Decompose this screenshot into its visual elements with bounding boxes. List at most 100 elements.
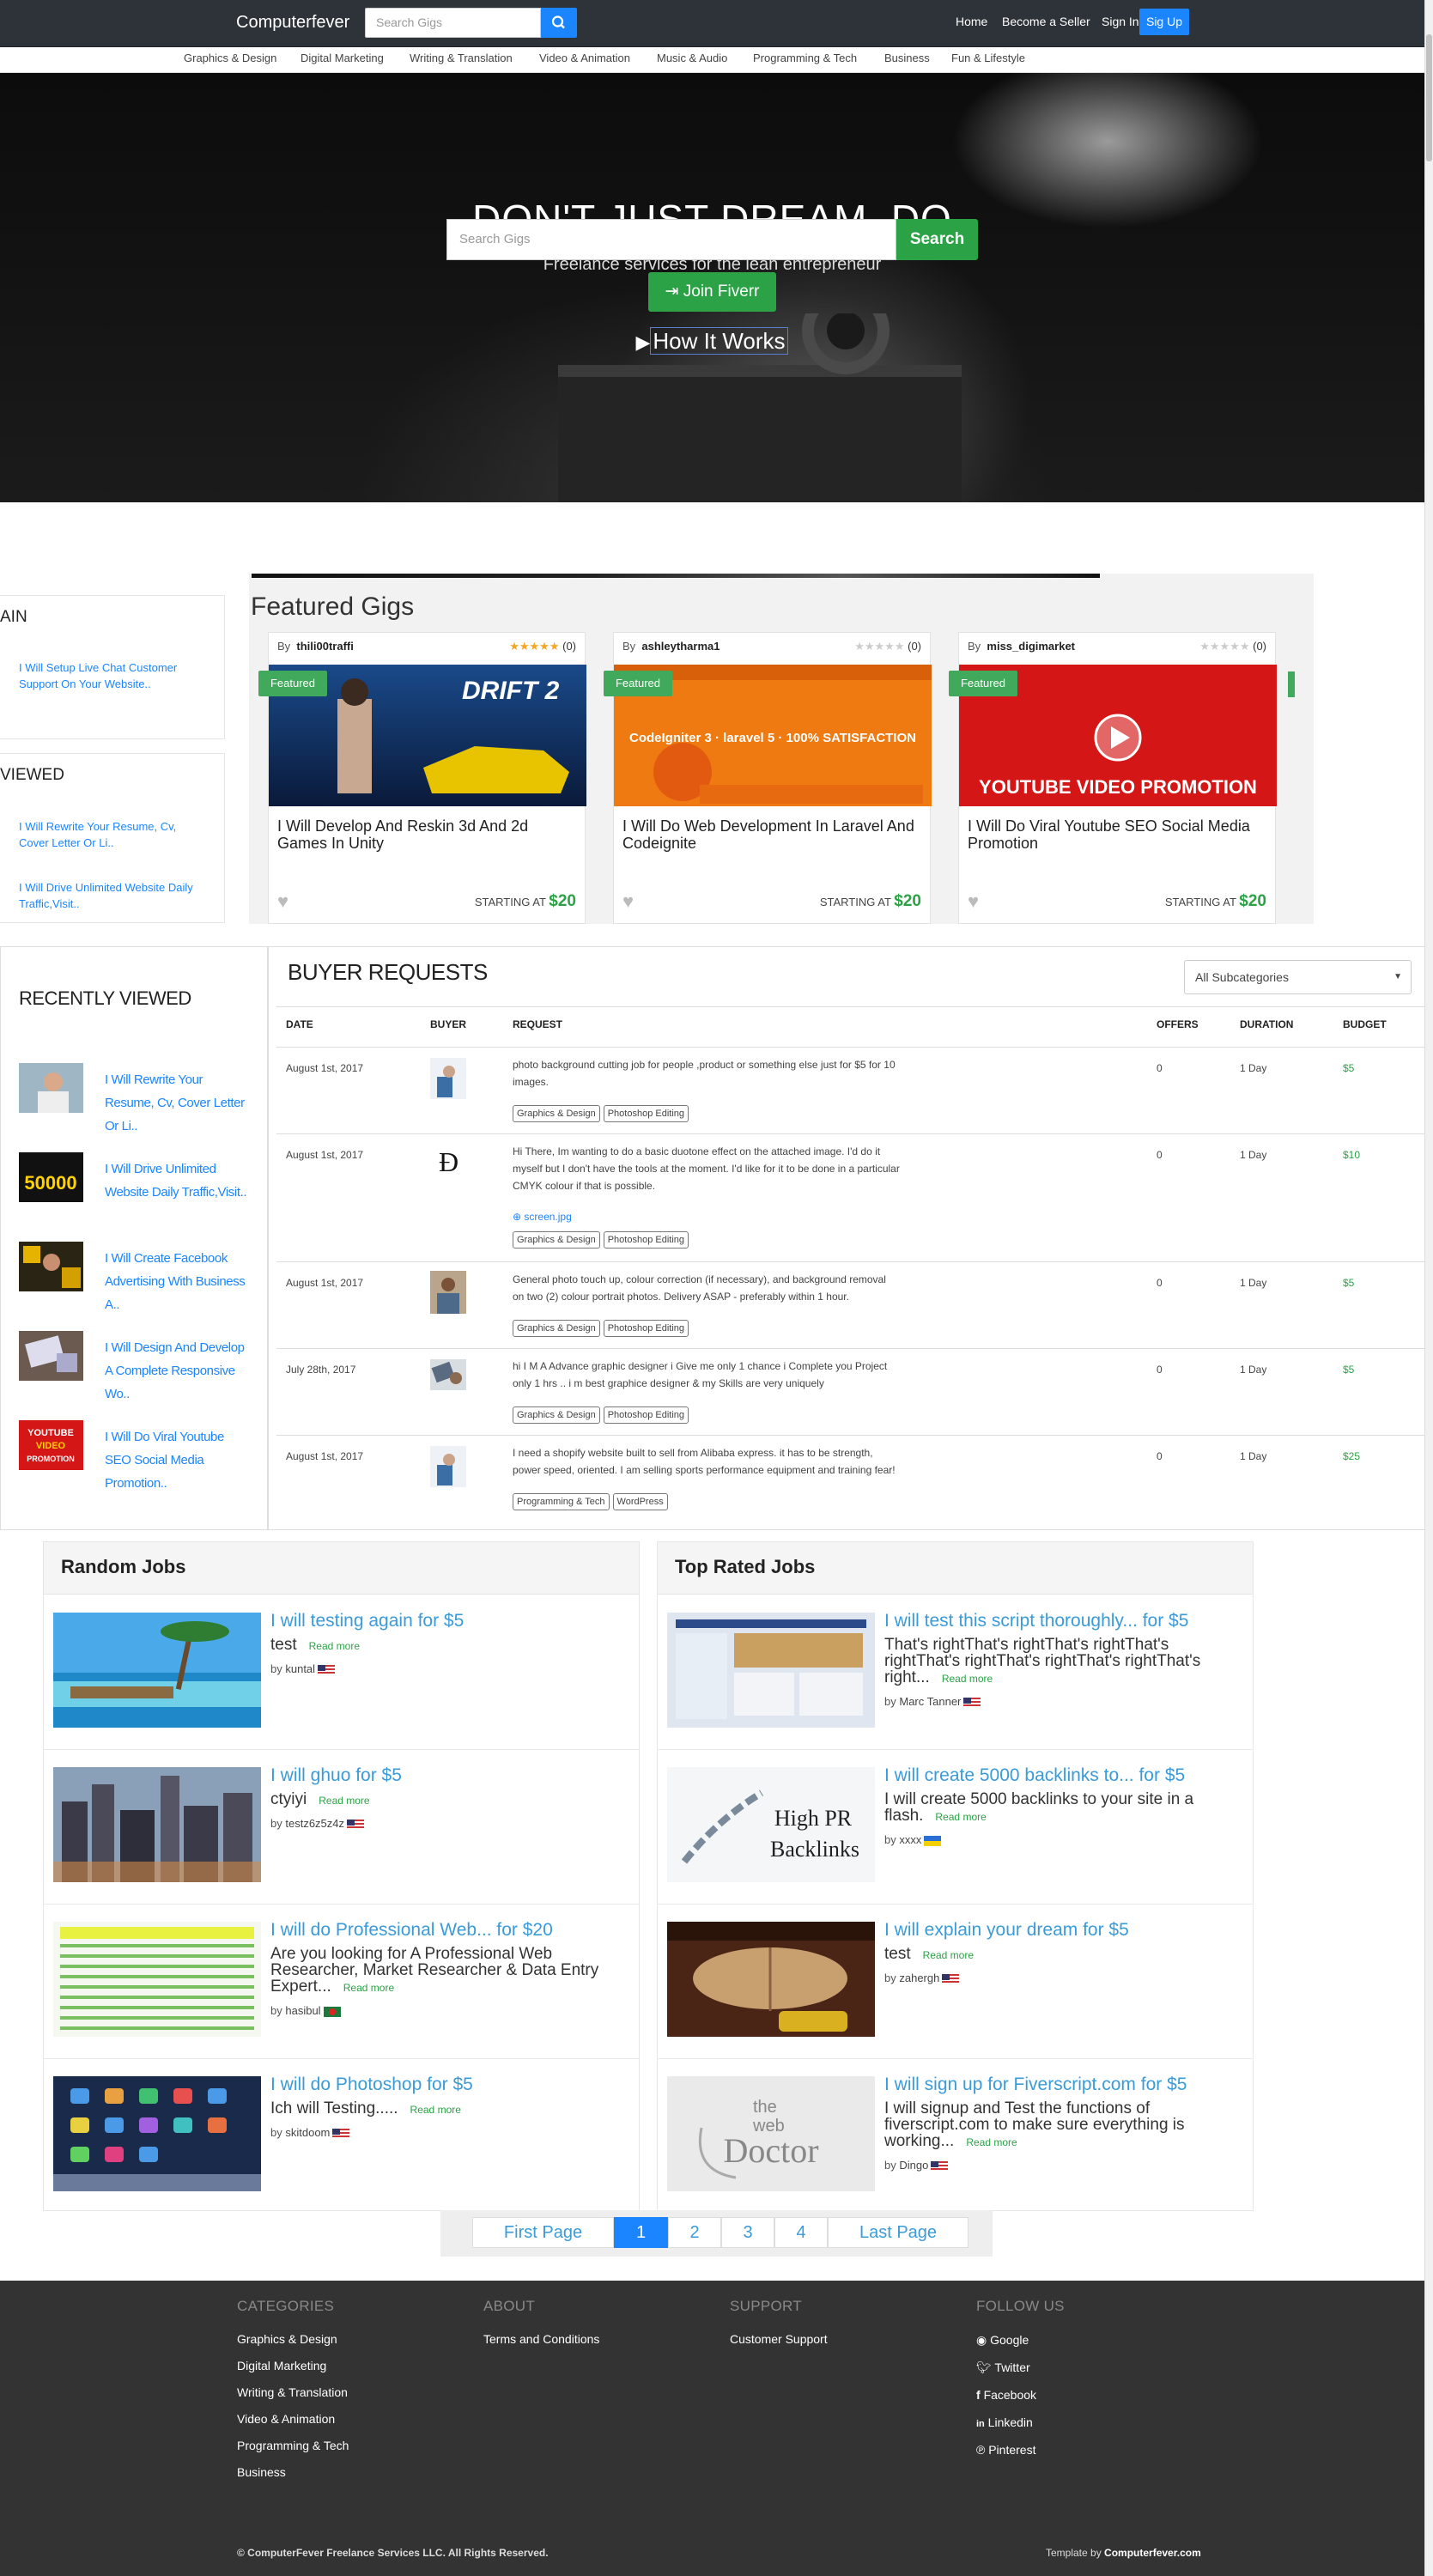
item-title[interactable]: I Will Create Facebook Advertising With … bbox=[105, 1247, 251, 1316]
gig-title[interactable]: I Will Do Web Development In Laravel And… bbox=[622, 817, 923, 852]
category-link[interactable]: Writing & Translation bbox=[410, 52, 513, 64]
gig-title[interactable]: I Will Do Viral Youtube SEO Social Media… bbox=[968, 817, 1268, 852]
request-tag[interactable]: Photoshop Editing bbox=[603, 1406, 689, 1424]
footer-google-link[interactable]: ◉ Google bbox=[976, 2333, 1029, 2348]
job-image[interactable] bbox=[667, 1922, 875, 2037]
job-item[interactable]: I will do Photoshop for $5 Ich will Test… bbox=[43, 2059, 640, 2214]
buyer-avatar[interactable] bbox=[430, 1058, 466, 1099]
footer-category-link[interactable]: Video & Animation bbox=[237, 2412, 335, 2426]
item-title[interactable]: I Will Drive Unlimited Website Daily Tra… bbox=[105, 1157, 251, 1204]
job-image[interactable] bbox=[53, 1767, 261, 1882]
buyer-avatar[interactable]: Ɖ bbox=[439, 1145, 458, 1179]
read-more-link[interactable]: Read more bbox=[343, 1982, 394, 1994]
category-link[interactable]: Graphics & Design bbox=[184, 52, 276, 64]
read-more-link[interactable]: Read more bbox=[410, 2104, 461, 2116]
job-item[interactable]: I will do Professional Web... for $20 Ar… bbox=[43, 1905, 640, 2059]
pager-page-1[interactable]: 1 bbox=[614, 2217, 668, 2248]
job-username[interactable]: Dingo bbox=[899, 2159, 928, 2172]
gig-card[interactable]: By thili00traffi ★★★★★ (0) DRIFT 2 Featu… bbox=[258, 632, 586, 924]
category-link[interactable]: Business bbox=[884, 52, 930, 64]
scrollbar-thumb[interactable] bbox=[1426, 34, 1432, 161]
nav-become-seller-link[interactable]: Become a Seller bbox=[1002, 15, 1090, 28]
seller-name[interactable]: ashleytharma1 bbox=[641, 640, 720, 653]
job-username[interactable]: hasibul bbox=[285, 2004, 320, 2017]
footer-support-link[interactable]: Customer Support bbox=[730, 2332, 828, 2346]
request-tag[interactable]: Photoshop Editing bbox=[603, 1231, 689, 1249]
request-tag[interactable]: Graphics & Design bbox=[513, 1320, 600, 1337]
category-link[interactable]: Programming & Tech bbox=[753, 52, 857, 64]
recently-viewed-item[interactable]: 50000 I Will Drive Unlimited Website Dai… bbox=[19, 1152, 251, 1204]
job-title[interactable]: I will ghuo for $5 bbox=[270, 1765, 402, 1786]
request-tag[interactable]: Photoshop Editing bbox=[603, 1320, 689, 1337]
request-tag[interactable]: Graphics & Design bbox=[513, 1231, 600, 1249]
gig-title[interactable]: I Will Develop And Reskin 3d And 2d Game… bbox=[277, 817, 578, 852]
read-more-link[interactable]: Read more bbox=[942, 1673, 993, 1685]
subcategory-select[interactable]: All Subcategories ▼ bbox=[1184, 960, 1412, 994]
hero-search-button[interactable]: Search bbox=[896, 219, 978, 260]
job-image[interactable]: High PR Backlinks bbox=[667, 1767, 875, 1882]
request-tag[interactable]: Programming & Tech bbox=[513, 1493, 610, 1510]
footer-facebook-link[interactable]: f Facebook bbox=[976, 2388, 1036, 2402]
recently-viewed-item[interactable]: I Will Create Facebook Advertising With … bbox=[19, 1242, 251, 1312]
job-title[interactable]: I will create 5000 backlinks to... for $… bbox=[884, 1765, 1185, 1786]
side-box-link[interactable]: I Will Rewrite Your Resume, Cv, Cover Le… bbox=[19, 818, 208, 851]
carousel-next-indicator[interactable] bbox=[1288, 671, 1295, 697]
job-username[interactable]: zahergh bbox=[899, 1971, 939, 1984]
seller-name[interactable]: thili00traffi bbox=[296, 640, 353, 653]
read-more-link[interactable]: Read more bbox=[309, 1640, 360, 1652]
template-site-link[interactable]: Computerfever.com bbox=[1104, 2547, 1201, 2559]
footer-category-link[interactable]: Digital Marketing bbox=[237, 2359, 326, 2372]
pager-page-3[interactable]: 3 bbox=[721, 2217, 774, 2248]
seller-name[interactable]: miss_digimarket bbox=[987, 640, 1075, 653]
category-link[interactable]: Music & Audio bbox=[657, 52, 727, 64]
how-it-works-button[interactable]: ▶ How It Works bbox=[625, 324, 798, 360]
side-box-link[interactable]: I Will Drive Unlimited Website Daily Tra… bbox=[19, 879, 208, 912]
job-username[interactable]: Marc Tanner bbox=[899, 1695, 961, 1708]
join-fiverr-button[interactable]: ⇥ Join Fiverr bbox=[648, 272, 776, 312]
side-box-link[interactable]: I Will Setup Live Chat Customer Support … bbox=[19, 659, 208, 692]
job-title[interactable]: I will do Professional Web... for $20 bbox=[270, 1920, 553, 1941]
footer-terms-link[interactable]: Terms and Conditions bbox=[483, 2332, 599, 2346]
job-title[interactable]: I will test this script thoroughly... fo… bbox=[884, 1611, 1188, 1631]
buyer-avatar[interactable] bbox=[430, 1271, 466, 1314]
heart-icon[interactable]: ♥ bbox=[622, 890, 634, 913]
pager-page-2[interactable]: 2 bbox=[668, 2217, 721, 2248]
job-username[interactable]: kuntal bbox=[285, 1662, 315, 1675]
nav-home-link[interactable]: Home bbox=[956, 15, 987, 28]
footer-twitter-link[interactable]: 🐦︎ Twitter bbox=[976, 2360, 1030, 2375]
heart-icon[interactable]: ♥ bbox=[968, 890, 979, 913]
item-title[interactable]: I Will Rewrite Your Resume, Cv, Cover Le… bbox=[105, 1068, 251, 1138]
heart-icon[interactable]: ♥ bbox=[277, 890, 288, 913]
recently-viewed-item[interactable]: YOUTUBE VIDEO PROMOTION I Will Do Viral Yo… bbox=[19, 1420, 251, 1491]
read-more-link[interactable]: Read more bbox=[319, 1795, 369, 1807]
read-more-link[interactable]: Read more bbox=[923, 1949, 974, 1961]
job-username[interactable]: xxxx bbox=[899, 1833, 921, 1846]
category-link[interactable]: Digital Marketing bbox=[301, 52, 384, 64]
job-title[interactable]: I will testing again for $5 bbox=[270, 1611, 464, 1631]
recently-viewed-item[interactable]: I Will Rewrite Your Resume, Cv, Cover Le… bbox=[19, 1063, 251, 1133]
category-link[interactable]: Fun & Lifestyle bbox=[951, 52, 1025, 64]
footer-linkedin-link[interactable]: in Linkedin bbox=[976, 2415, 1033, 2429]
job-image[interactable] bbox=[53, 1922, 261, 2037]
request-tag[interactable]: Graphics & Design bbox=[513, 1105, 600, 1122]
category-link[interactable]: Video & Animation bbox=[539, 52, 630, 64]
job-item[interactable]: I will test this script thoroughly... fo… bbox=[657, 1595, 1254, 1750]
item-title[interactable]: I Will Do Viral Youtube SEO Social Media… bbox=[105, 1425, 251, 1495]
page-scrollbar[interactable] bbox=[1424, 0, 1433, 2576]
job-username[interactable]: skitdoom bbox=[285, 2126, 330, 2139]
job-item[interactable]: I will ghuo for $5 ctyiyi Read more by te… bbox=[43, 1750, 640, 1905]
nav-search-input[interactable]: Search Gigs bbox=[365, 8, 541, 38]
footer-category-link[interactable]: Graphics & Design bbox=[237, 2332, 337, 2346]
job-title[interactable]: I will sign up for Fiverscript.com for $… bbox=[884, 2075, 1187, 2095]
job-item[interactable]: I will testing again for $5 test Read mor… bbox=[43, 1595, 640, 1750]
nav-sign-in-link[interactable]: Sign In bbox=[1102, 15, 1139, 28]
request-tag[interactable]: WordPress bbox=[612, 1493, 668, 1510]
job-image[interactable] bbox=[53, 2076, 261, 2191]
gig-card[interactable]: By ashleytharma1 ★★★★★ (0) CodeIgniter 3… bbox=[604, 632, 932, 924]
pager-last-page[interactable]: Last Page bbox=[828, 2217, 968, 2248]
job-item[interactable]: the web Doctor I will sign up for Fiverscr… bbox=[657, 2059, 1254, 2214]
buyer-avatar[interactable] bbox=[430, 1446, 466, 1487]
job-image[interactable]: the web Doctor bbox=[667, 2076, 875, 2191]
read-more-link[interactable]: Read more bbox=[935, 1811, 986, 1823]
job-title[interactable]: I will do Photoshop for $5 bbox=[270, 2075, 473, 2095]
